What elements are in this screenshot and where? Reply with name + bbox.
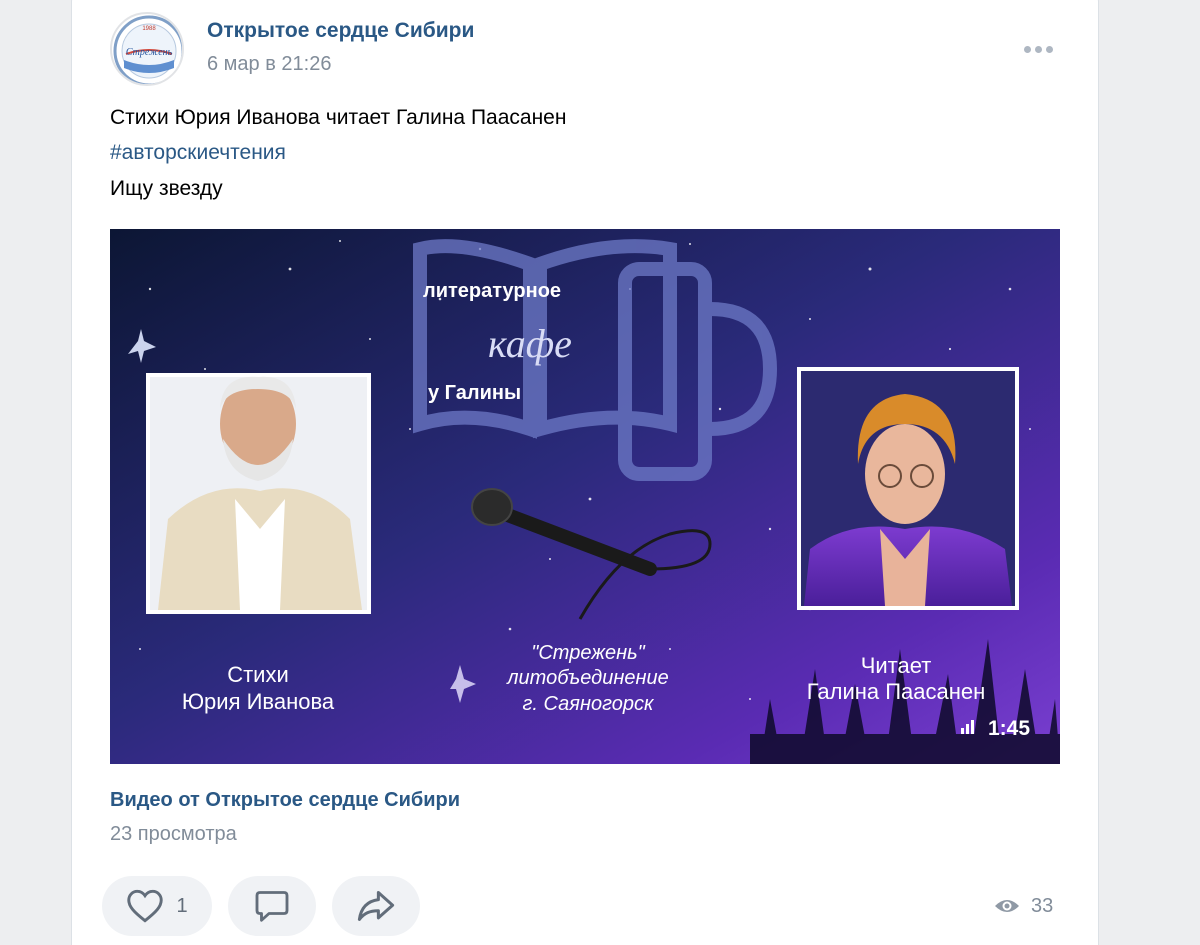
post-views: 33 <box>993 892 1053 920</box>
video-views: 23 просмотра <box>110 823 237 845</box>
right-caption-1: Читает <box>861 653 932 678</box>
left-caption-2: Юрия Иванова <box>182 689 335 714</box>
comment-button[interactable] <box>228 876 316 936</box>
center-caption-2: литобъединение <box>506 667 668 689</box>
video-duration: 1:45 <box>988 717 1030 740</box>
like-count: 1 <box>176 894 188 917</box>
post-text-line: Ищу звезду <box>110 177 223 200</box>
left-caption-1: Стихи <box>227 662 289 687</box>
post-view-count: 33 <box>1031 894 1054 917</box>
more-horizontal-icon <box>1023 45 1031 53</box>
right-caption-2: Галина Паасанен <box>807 679 986 704</box>
video-title-link[interactable]: Видео от Открытое сердце Сибири <box>110 789 460 812</box>
author-avatar[interactable]: 1988 Стрежень <box>110 12 184 86</box>
portrait-yuri-ivanov <box>146 373 371 614</box>
more-dot <box>1034 45 1042 53</box>
logo-text-top: литературное <box>423 280 561 302</box>
post-text-line: Стихи Юрия Иванова читает Галина Паасане… <box>110 106 567 129</box>
logo-text-mid: кафе <box>488 321 572 366</box>
center-caption-1: "Стрежень" <box>531 642 645 664</box>
post-date[interactable]: 6 мар в 21:26 <box>207 53 331 76</box>
logo-text-bottom: у Галины <box>428 382 521 404</box>
heart-icon <box>127 889 164 923</box>
avatar-wordmark: Стрежень <box>126 47 173 58</box>
portrait-galina-paasanen <box>797 367 1019 610</box>
like-button[interactable]: 1 <box>102 876 212 936</box>
video-player[interactable]: литературное кафе у Галины Стихи Юрия Ив… <box>110 229 1060 764</box>
more-dot <box>1045 45 1053 53</box>
hashtag-link[interactable]: #авторскиечтения <box>110 141 286 165</box>
share-button[interactable] <box>332 876 420 936</box>
video-thumbnail: литературное кафе у Галины Стихи Юрия Ив… <box>110 229 1060 764</box>
comment-icon <box>255 891 289 922</box>
more-options-button[interactable] <box>1018 38 1058 60</box>
share-icon <box>357 891 395 921</box>
author-name[interactable]: Открытое сердце Сибири <box>207 19 474 43</box>
center-caption-3: г. Саяногорск <box>523 693 655 715</box>
avatar-year: 1988 <box>142 26 156 32</box>
eye-icon <box>995 900 1019 912</box>
